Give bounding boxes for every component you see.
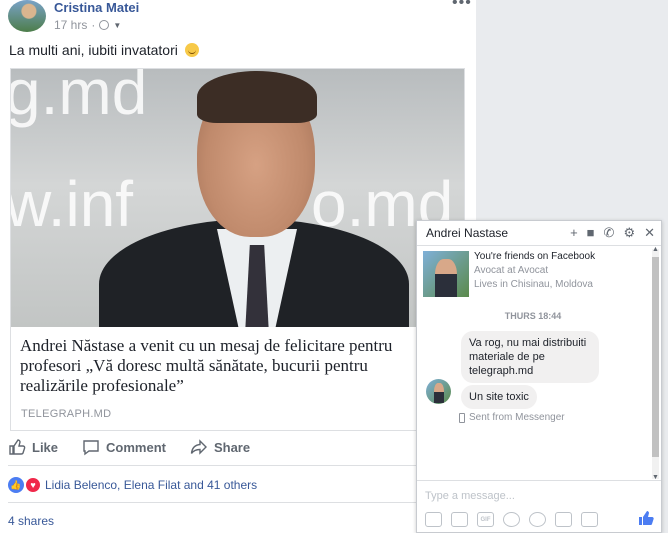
author-avatar[interactable] bbox=[8, 0, 46, 32]
love-reaction-icon: ♥ bbox=[25, 477, 41, 493]
message-input[interactable]: Type a message... bbox=[425, 490, 515, 502]
sender-avatar[interactable] bbox=[426, 379, 451, 404]
chat-scrollbar[interactable]: ▲ ▼ bbox=[651, 246, 659, 481]
chevron-down-icon[interactable]: ▼ bbox=[113, 21, 121, 30]
share-button[interactable]: Share bbox=[190, 438, 250, 456]
photo-watermark-left: w.inf bbox=[11, 168, 134, 240]
chat-header[interactable]: Andrei Nastase + ■ ✆ ⚙ ✕ bbox=[417, 221, 661, 246]
message-bubble: Va rog, nu mai distribuiti materiale de … bbox=[461, 331, 599, 383]
link-domain: TELEGRAPH.MD bbox=[21, 408, 112, 420]
chat-contact-name[interactable]: Andrei Nastase bbox=[426, 226, 570, 240]
divider bbox=[8, 465, 468, 466]
like-reaction-icon: 👍 bbox=[8, 477, 24, 493]
post-time[interactable]: 17 hrs bbox=[54, 18, 87, 32]
composer-tools: GIF bbox=[425, 512, 598, 527]
share-icon bbox=[190, 439, 207, 455]
camera-icon[interactable] bbox=[555, 512, 572, 527]
messenger-chat-window: Andrei Nastase + ■ ✆ ⚙ ✕ You're friends … bbox=[416, 220, 662, 533]
thumbs-up-icon[interactable] bbox=[637, 509, 655, 527]
sticker-icon[interactable] bbox=[451, 512, 468, 527]
contact-photo[interactable] bbox=[423, 251, 469, 297]
globe-icon[interactable] bbox=[99, 20, 110, 30]
like-icon bbox=[9, 439, 26, 455]
like-label: Like bbox=[32, 439, 59, 455]
chat-conversation: You're friends on Facebook Avocat at Avo… bbox=[417, 247, 649, 479]
person-hair bbox=[197, 71, 317, 123]
gear-icon[interactable]: ⚙ bbox=[623, 225, 635, 241]
sent-from-label: Sent from Messenger bbox=[459, 412, 565, 423]
chat-composer: Type a message... GIF bbox=[417, 480, 661, 533]
reactions-summary[interactable]: 👍 ♥ Lidia Belenco, Elena Filat and 41 ot… bbox=[8, 477, 257, 493]
share-label: Share bbox=[213, 439, 251, 455]
scroll-up-icon[interactable]: ▲ bbox=[652, 246, 659, 253]
comment-icon bbox=[83, 440, 99, 456]
sent-from-text: Sent from Messenger bbox=[469, 412, 565, 423]
friend-status: You're friends on Facebook bbox=[474, 251, 596, 262]
photo-watermark-top: g.md bbox=[11, 69, 148, 128]
post-text-content: La multi ani, iubiti invatatori bbox=[9, 42, 178, 58]
calendar-icon[interactable] bbox=[581, 512, 598, 527]
link-title[interactable]: Andrei Năstase a venit cu un mesaj de fe… bbox=[20, 336, 400, 396]
shares-count[interactable]: 4 shares bbox=[8, 514, 54, 528]
contact-location: Lives in Chisinau, Moldova bbox=[474, 279, 593, 290]
post-text: La multi ani, iubiti invatatori bbox=[9, 42, 199, 58]
contact-work: Avocat at Avocat bbox=[474, 265, 549, 276]
more-icon[interactable]: ••• bbox=[452, 0, 472, 12]
photo-icon[interactable] bbox=[425, 512, 442, 527]
post-meta: 17 hrs · ▼ bbox=[54, 18, 121, 32]
reactions-text[interactable]: Lidia Belenco, Elena Filat and 41 others bbox=[45, 478, 257, 492]
author-name[interactable]: Cristina Matei bbox=[54, 0, 139, 15]
facebook-post: Cristina Matei 17 hrs · ▼ ••• La multi a… bbox=[0, 0, 476, 533]
post-actions: Like Comment Share bbox=[8, 438, 250, 456]
video-icon[interactable]: ■ bbox=[587, 225, 595, 241]
divider bbox=[8, 502, 468, 503]
scrollbar-thumb[interactable] bbox=[652, 257, 659, 457]
message-bubble: Un site toxic bbox=[461, 385, 537, 409]
link-preview-card[interactable]: g.md w.inf o.md Andrei Năstase a venit c… bbox=[10, 68, 465, 431]
plus-icon[interactable]: + bbox=[570, 225, 578, 241]
comment-label: Comment bbox=[106, 439, 166, 455]
message-timestamp: THURS 18:44 bbox=[504, 311, 562, 321]
gif-icon[interactable]: GIF bbox=[477, 512, 494, 527]
close-icon[interactable]: ✕ bbox=[644, 225, 655, 241]
chat-tools: + ■ ✆ ⚙ ✕ bbox=[570, 225, 655, 241]
like-button[interactable]: Like bbox=[8, 438, 58, 456]
smile-emoji-icon bbox=[184, 43, 199, 57]
comment-button[interactable]: Comment bbox=[82, 438, 166, 456]
phone-icon[interactable]: ✆ bbox=[604, 225, 615, 241]
attachment-icon[interactable] bbox=[529, 512, 546, 527]
meta-separator: · bbox=[91, 18, 96, 32]
mobile-icon bbox=[459, 412, 465, 423]
emoji-icon[interactable] bbox=[503, 512, 520, 527]
link-preview-image[interactable]: g.md w.inf o.md bbox=[11, 69, 464, 327]
